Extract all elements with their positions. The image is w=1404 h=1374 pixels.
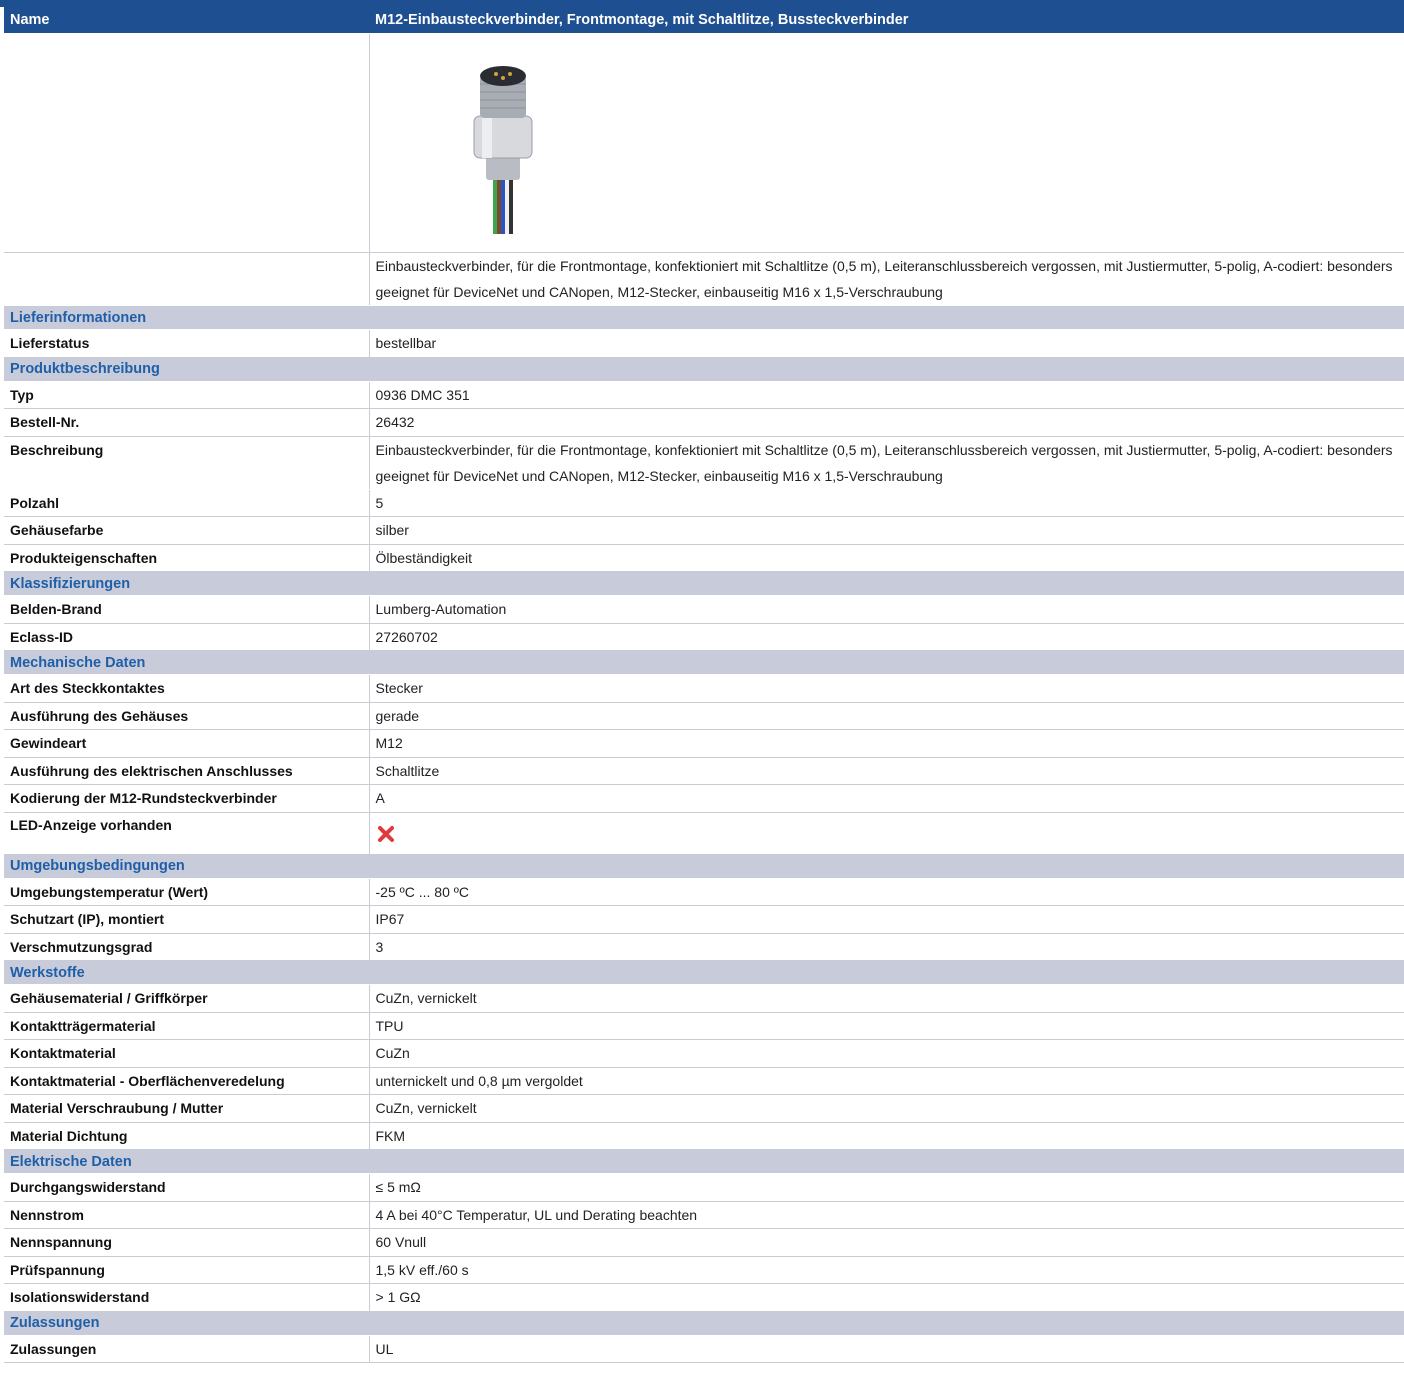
spec-row: Ausführung des Gehäuses gerade: [4, 702, 1404, 730]
spec-row: Zulassungen UL: [4, 1335, 1404, 1363]
section-klassifizierungen: Klassifizierungen: [4, 571, 1404, 596]
spec-row: Lieferstatus bestellbar: [4, 329, 1404, 358]
product-name-header: Name M12-Einbausteckverbinder, Frontmont…: [4, 7, 1404, 34]
spec-row: Kodierung der M12-Rundsteckverbinder A: [4, 784, 1404, 813]
red-x-icon: [377, 825, 394, 842]
spec-row: Prüfspannung 1,5 kV eff./60 s: [4, 1256, 1404, 1284]
spec-row: Kontaktmaterial - Oberflächenveredelung u…: [4, 1067, 1404, 1095]
spec-row: LED-Anzeige vorhanden: [4, 812, 1404, 855]
spec-row-description: Beschreibung Einbausteckverbinder, für di…: [4, 436, 1404, 490]
name-label: Name: [4, 7, 369, 34]
spec-row: Ausführung des elektrischen Anschlusses S…: [4, 757, 1404, 785]
section-produktbeschreibung: Produktbeschreibung: [4, 357, 1404, 382]
spec-row: Kontaktmaterial CuZn: [4, 1039, 1404, 1068]
spec-row: Kontaktträgermaterial TPU: [4, 1012, 1404, 1040]
section-umgebungsbedingungen: Umgebungsbedingungen: [4, 854, 1404, 879]
spec-row: Gehäusefarbe silber: [4, 516, 1404, 545]
spec-row: Eclass-ID 27260702: [4, 623, 1404, 651]
product-image-cell: [369, 33, 1404, 253]
top-accent-bar: [0, 0, 1404, 7]
section-werkstoffe: Werkstoffe: [4, 960, 1404, 985]
spec-row: Gehäusematerial / Griffkörper CuZn, verni…: [4, 984, 1404, 1013]
spec-row: Typ 0936 DMC 351: [4, 381, 1404, 409]
spec-row: Durchgangswiderstand ≤ 5 mΩ: [4, 1173, 1404, 1202]
spec-row: Art des Steckkontaktes Stecker: [4, 674, 1404, 703]
spec-row: Material Verschraubung / Mutter CuZn, ver…: [4, 1094, 1404, 1123]
spec-row: Umgebungstemperatur (Wert) -25 ºC ... 80 …: [4, 878, 1404, 906]
spec-row: Isolationswiderstand > 1 GΩ: [4, 1283, 1404, 1312]
spec-row: Produkteigenschaften Ölbeständigkeit: [4, 544, 1404, 572]
intro-description: Einbausteckverbinder, für die Frontmonta…: [369, 252, 1404, 306]
spec-row: Schutzart (IP), montiert IP67: [4, 905, 1404, 934]
spec-row: Material Dichtung FKM: [4, 1122, 1404, 1150]
spec-row: Polzahl 5: [4, 489, 1404, 517]
spec-row: Nennspannung 60 Vnull: [4, 1228, 1404, 1257]
intro-description-row: Einbausteckverbinder, für die Frontmonta…: [4, 252, 1404, 306]
product-image: [473, 66, 532, 234]
section-mechanische-daten: Mechanische Daten: [4, 650, 1404, 675]
spec-row: Bestell-Nr. 26432: [4, 408, 1404, 437]
product-name: M12-Einbausteckverbinder, Frontmontage, …: [369, 7, 1404, 34]
product-image-row: [4, 33, 1404, 253]
spec-row: Belden-Brand Lumberg-Automation: [4, 595, 1404, 624]
spec-row: Verschmutzungsgrad 3: [4, 933, 1404, 961]
section-zulassungen: Zulassungen: [4, 1311, 1404, 1336]
datasheet-table: Name M12-Einbausteckverbinder, Frontmont…: [4, 7, 1404, 1363]
spec-row: Nennstrom 4 A bei 40°C Temperatur, UL und…: [4, 1201, 1404, 1229]
spec-row: Gewindeart M12: [4, 729, 1404, 758]
intro-label-cell: [4, 252, 370, 306]
section-lieferinformationen: Lieferinformationen: [4, 305, 1404, 330]
section-elektrische-daten: Elektrische Daten: [4, 1149, 1404, 1174]
image-label-cell: [4, 33, 370, 253]
